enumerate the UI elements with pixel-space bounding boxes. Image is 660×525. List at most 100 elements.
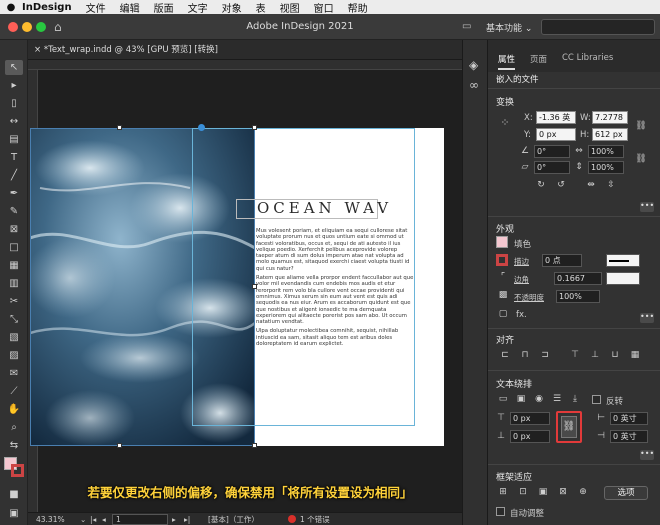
rectangle-frame-tool-icon[interactable]: ⊠	[5, 222, 23, 237]
corner-options-icon[interactable]: ⌜	[496, 271, 510, 284]
hand-tool-icon[interactable]: ✋	[5, 402, 23, 417]
rotate-counterclockwise-icon[interactable]: ↺	[554, 179, 568, 192]
tab-cc-libraries[interactable]: CC Libraries	[562, 53, 613, 63]
pencil-tool-icon[interactable]: ✎	[5, 204, 23, 219]
app-menu[interactable]: InDesign	[22, 2, 72, 13]
pen-tool-icon[interactable]: ✒	[5, 186, 23, 201]
resize-handle[interactable]	[117, 443, 122, 448]
links-icon[interactable]: ∞	[469, 78, 479, 92]
tab-pages[interactable]: 页面	[530, 53, 547, 65]
scale-x-field[interactable]: 100%	[588, 145, 624, 158]
make-all-settings-same-icon[interactable]: ⛓	[561, 416, 577, 438]
corner-radius-field[interactable]: 0.1667	[554, 272, 602, 285]
menu-file[interactable]: 文件	[86, 0, 106, 15]
wrap-object-shape-icon[interactable]: ◉	[532, 393, 546, 406]
auto-fit-checkbox[interactable]	[496, 507, 505, 516]
fit-frame-to-content-icon[interactable]: ▣	[536, 486, 550, 499]
horizontal-ruler[interactable]	[28, 60, 462, 70]
rotation-angle-field[interactable]: 0°	[534, 145, 570, 158]
stroke-swatch[interactable]	[11, 464, 24, 477]
chevron-down-icon[interactable]: ⌄	[80, 515, 90, 524]
close-window-button[interactable]	[8, 22, 18, 32]
bottom-offset-field[interactable]: 0 px	[510, 430, 550, 443]
align-right-icon[interactable]: ⊐	[538, 349, 552, 362]
free-transform-tool-icon[interactable]: ⤡	[5, 312, 23, 327]
fitting-options-button[interactable]: 选项	[604, 486, 648, 500]
rectangle-tool-icon[interactable]: □	[5, 240, 23, 255]
y-position-field[interactable]: 0 px	[536, 128, 576, 141]
stroke-weight-field[interactable]: 0 点	[542, 254, 582, 267]
note-tool-icon[interactable]: ✉	[5, 366, 23, 381]
menu-window[interactable]: 窗口	[314, 0, 334, 15]
line-tool-icon[interactable]: ╱	[5, 168, 23, 183]
top-offset-field[interactable]: 0 px	[510, 412, 550, 425]
align-middle-icon[interactable]: ⊥	[588, 349, 602, 362]
direct-selection-tool-icon[interactable]: ▸	[5, 78, 23, 93]
last-page-icon[interactable]: ▸|	[184, 515, 198, 524]
menu-edit[interactable]: 编辑	[120, 0, 140, 15]
shear-angle-field[interactable]: 0°	[534, 161, 570, 174]
stroke-type-dropdown[interactable]	[606, 254, 640, 267]
resize-handle[interactable]	[117, 125, 122, 130]
page-number-field[interactable]: 1	[112, 513, 168, 525]
menu-help[interactable]: 帮助	[348, 0, 368, 15]
search-field[interactable]	[541, 19, 655, 35]
invert-checkbox[interactable]	[592, 395, 601, 404]
next-page-icon[interactable]: ▸	[172, 515, 184, 524]
menu-table[interactable]: 表	[256, 0, 266, 15]
more-options-button[interactable]: •••	[640, 313, 654, 323]
preflight-errors[interactable]: 1 个错误	[300, 514, 330, 525]
page-tool-icon[interactable]: ▯	[5, 96, 23, 111]
prev-page-icon[interactable]: ◂	[102, 515, 112, 524]
workspace-switcher[interactable]: 基本功能 ⌄	[486, 21, 532, 34]
gradient-swatch-tool-icon[interactable]: ▧	[5, 330, 23, 345]
screen-mode-icon[interactable]: ▣	[5, 506, 23, 521]
gradient-feather-tool-icon[interactable]: ▨	[5, 348, 23, 363]
resize-handle[interactable]	[252, 443, 257, 448]
layout-heading[interactable]: OCEAN WAV	[257, 199, 392, 217]
constrain-proportions-icon[interactable]: ⛓	[634, 120, 648, 133]
right-offset-field[interactable]: 0 英寸	[610, 430, 648, 443]
apple-menu-icon[interactable]: ●	[0, 2, 22, 13]
menu-view[interactable]: 视图	[280, 0, 300, 15]
center-content-icon[interactable]: ⊕	[576, 486, 590, 499]
rotate-clockwise-icon[interactable]: ↻	[534, 179, 548, 192]
gap-tool-icon[interactable]: ↔	[5, 114, 23, 129]
reference-point-icon[interactable]: ⁘	[498, 116, 512, 129]
workspace-icon[interactable]: ▭	[462, 21, 471, 32]
more-options-button[interactable]: •••	[640, 450, 654, 460]
stroke-color-swatch[interactable]	[496, 254, 508, 266]
menu-layout[interactable]: 版面	[154, 0, 174, 15]
first-page-icon[interactable]: |◂	[90, 515, 102, 524]
opacity-field[interactable]: 100%	[556, 290, 600, 303]
fit-content-proportionally-icon[interactable]: ⊡	[516, 486, 530, 499]
fit-content-to-frame-icon[interactable]: ⊠	[556, 486, 570, 499]
type-tool-icon[interactable]: T	[5, 150, 23, 165]
fill-color-swatch[interactable]	[496, 236, 508, 248]
constrain-scale-icon[interactable]: ⛓	[634, 153, 648, 166]
document-tab[interactable]: × *Text_wrap.indd @ 43% [GPU 预览] [转换]	[34, 43, 218, 57]
scissors-tool-icon[interactable]: ✂	[5, 294, 23, 309]
corner-shape-dropdown[interactable]	[606, 272, 640, 285]
zoom-level[interactable]: 43.31%	[36, 515, 80, 524]
no-wrap-icon[interactable]: ▭	[496, 393, 510, 406]
vertical-grid-tool-icon[interactable]: ▥	[5, 276, 23, 291]
body-text-frame[interactable]: Mus volesent poriam, et eliquiam ea sequ…	[256, 228, 416, 350]
height-field[interactable]: 612 px	[592, 128, 628, 141]
jump-to-next-column-icon[interactable]: ⤓	[568, 393, 582, 406]
menu-object[interactable]: 对象	[222, 0, 242, 15]
align-center-icon[interactable]: ⊓	[518, 349, 532, 362]
selection-tool-icon[interactable]: ↖	[5, 60, 23, 75]
stroke-label[interactable]: 描边	[514, 256, 529, 267]
flip-vertical-icon[interactable]: ⇳	[604, 179, 618, 192]
content-collector-icon[interactable]: ▤	[5, 132, 23, 147]
menu-type[interactable]: 文字	[188, 0, 208, 15]
minimize-window-button[interactable]	[22, 22, 32, 32]
align-left-icon[interactable]: ⊏	[498, 349, 512, 362]
apply-color-icon[interactable]: ■	[5, 487, 23, 502]
scale-y-field[interactable]: 100%	[588, 161, 624, 174]
resize-handle[interactable]	[252, 125, 257, 130]
layers-icon[interactable]: ◈	[469, 58, 478, 72]
jump-object-icon[interactable]: ☰	[550, 393, 564, 406]
wrap-bounding-box-icon[interactable]: ▣	[514, 393, 528, 406]
